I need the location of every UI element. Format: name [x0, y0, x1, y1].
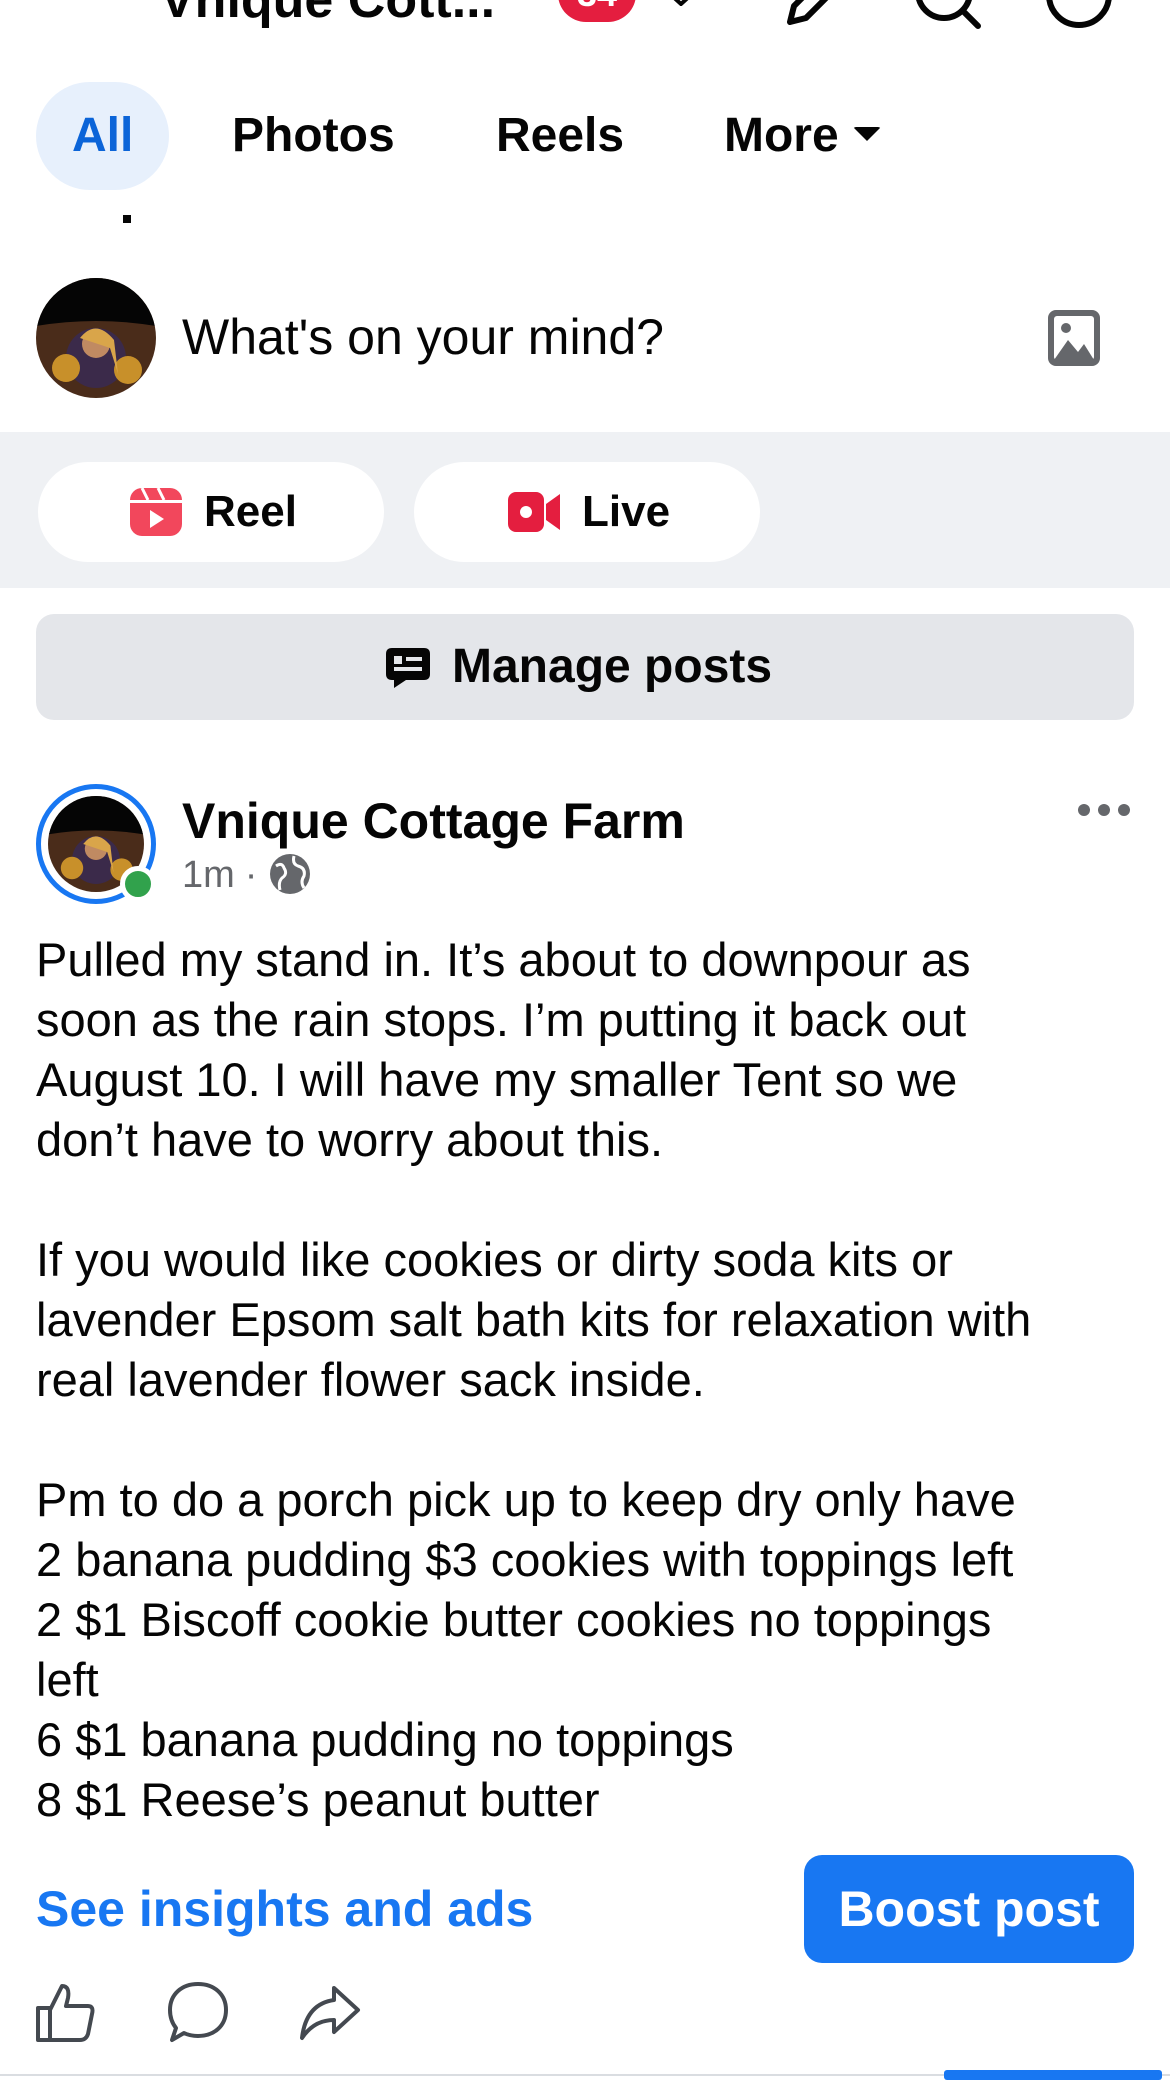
reaction-bar	[0, 1980, 1170, 2080]
post-author[interactable]: Vnique Cottage Farm	[182, 792, 685, 850]
live-label: Live	[582, 487, 671, 536]
more-options-icon[interactable]	[1076, 800, 1132, 820]
share-icon[interactable]	[298, 1980, 362, 2044]
reel-icon	[130, 487, 182, 536]
tab-more-label: More	[724, 109, 839, 162]
reel-button[interactable]: Reel	[38, 462, 384, 562]
notification-badge[interactable]: 34	[558, 0, 636, 22]
manage-posts-icon	[386, 648, 430, 688]
page-title[interactable]: Vnique Cott...	[160, 0, 495, 30]
live-video-icon	[508, 492, 560, 532]
post-meta: 1m ·	[182, 854, 267, 897]
manage-posts-button[interactable]: Manage posts	[36, 614, 1134, 720]
photo-icon[interactable]	[1046, 306, 1102, 370]
composer-prompt[interactable]: What's on your mind?	[182, 308, 664, 366]
top-bar: Vnique Cott... 34	[0, 0, 1170, 40]
comment-icon[interactable]	[166, 1980, 230, 2044]
chevron-down-icon[interactable]	[668, 0, 694, 6]
tab-reels[interactable]: Reels	[496, 82, 624, 190]
post-paragraph: Pm to do a porch pick up to keep dry onl…	[36, 1473, 1016, 1826]
online-status-icon	[120, 866, 156, 902]
post-header: Vnique Cottage Farm 1m ·	[0, 780, 1170, 910]
post-time[interactable]: 1m	[182, 854, 235, 896]
profile-icon[interactable]	[1044, 0, 1114, 30]
edit-icon[interactable]	[780, 0, 850, 30]
filter-tabs: All Photos Reels More	[0, 82, 1170, 192]
globe-icon[interactable]	[268, 852, 312, 896]
meta-separator: ·	[244, 854, 258, 896]
see-insights-link[interactable]: See insights and ads	[36, 1880, 533, 1938]
divider-mark	[123, 215, 131, 223]
quick-actions: Reel Live	[0, 432, 1170, 588]
tab-photos[interactable]: Photos	[232, 82, 395, 190]
avatar[interactable]	[36, 278, 156, 398]
live-button[interactable]: Live	[414, 462, 760, 562]
caret-down-icon	[852, 127, 881, 142]
post-paragraph: Pulled my stand in. It’s about to downpo…	[36, 933, 971, 1166]
tab-all[interactable]: All	[36, 82, 170, 190]
boost-post-button[interactable]: Boost post	[804, 1855, 1134, 1963]
manage-posts-label: Manage posts	[452, 640, 773, 693]
post-text: Pulled my stand in. It’s about to downpo…	[36, 930, 1146, 1830]
scroll-indicator	[944, 2070, 1162, 2080]
menu-icon[interactable]	[36, 0, 96, 20]
post-paragraph: If you would like cookies or dirty soda …	[36, 1233, 1032, 1406]
post-composer[interactable]: What's on your mind?	[0, 270, 1170, 430]
like-icon[interactable]	[34, 1980, 98, 2044]
tab-more[interactable]: More	[724, 82, 881, 190]
reel-label: Reel	[204, 487, 297, 536]
search-icon[interactable]	[912, 0, 982, 30]
